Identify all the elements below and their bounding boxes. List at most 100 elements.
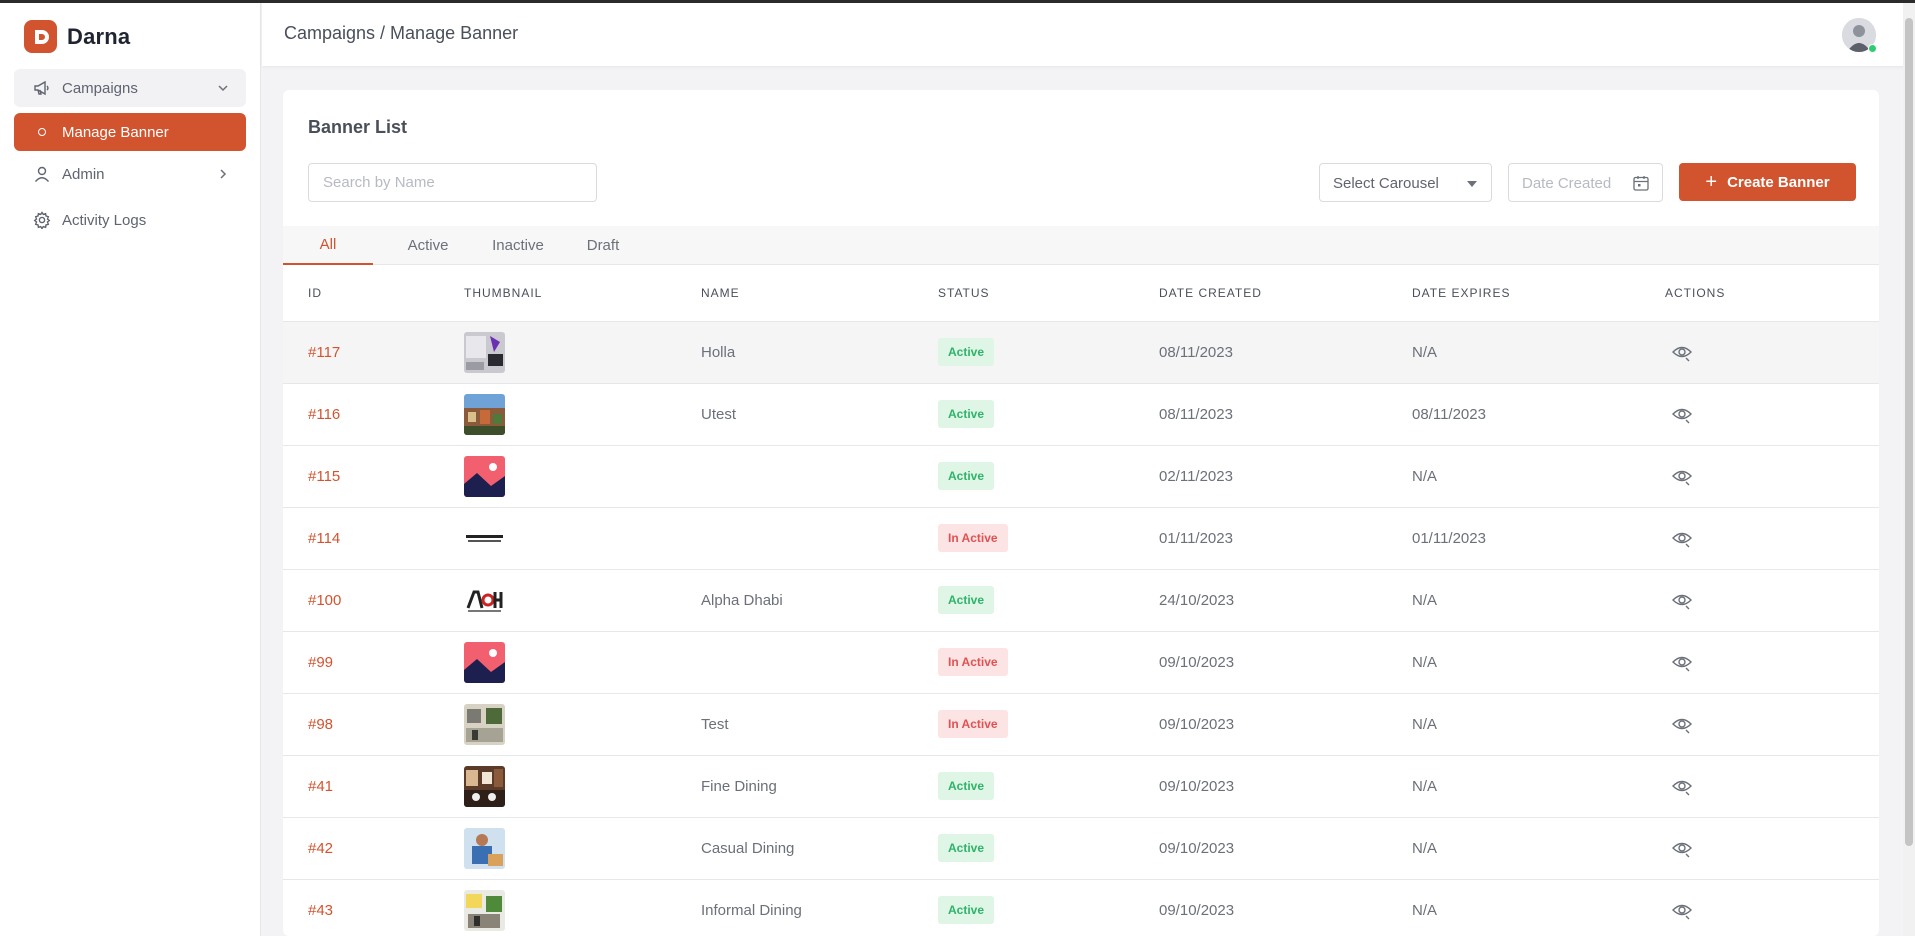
view-eye-icon[interactable]	[1671, 527, 1693, 549]
cell-status: Active	[938, 817, 1159, 880]
view-eye-icon[interactable]	[1671, 403, 1693, 425]
brand[interactable]: Darna	[24, 20, 130, 53]
cell-name	[701, 445, 938, 508]
cell-date-created: 09/10/2023	[1159, 631, 1412, 694]
tab-inactive[interactable]: Inactive	[473, 226, 563, 265]
brand-name: Darna	[67, 23, 131, 49]
banner-id-link[interactable]: #115	[308, 468, 340, 485]
view-eye-icon[interactable]	[1671, 341, 1693, 363]
cell-id: #116	[283, 383, 464, 446]
banner-id-link[interactable]: #116	[308, 406, 340, 423]
banner-id-link[interactable]: #41	[308, 778, 333, 795]
search-input[interactable]	[308, 163, 597, 202]
table-row[interactable]: #115 Active 02/11/2023 N/A	[283, 445, 1879, 508]
banner-id-link[interactable]: #117	[308, 344, 340, 361]
online-status-dot	[1868, 44, 1877, 53]
sidebar-nav: Campaigns Manage Banner Admin Activity L…	[14, 69, 246, 239]
cell-status: Active	[938, 755, 1159, 818]
cell-status: In Active	[938, 631, 1159, 694]
view-eye-icon[interactable]	[1671, 465, 1693, 487]
view-eye-icon[interactable]	[1671, 837, 1693, 859]
cell-name	[701, 507, 938, 570]
page-title: Banner List	[308, 117, 408, 137]
sidebar-item-activity-logs[interactable]: Activity Logs	[14, 201, 246, 239]
caret-down-icon	[1467, 181, 1477, 187]
status-badge: Active	[938, 338, 995, 366]
sidebar: Darna Campaigns Manage Banner Admin Acti…	[0, 3, 261, 936]
table-row[interactable]: #42 Casual Dining Active 09/10/2023 N/A	[283, 817, 1879, 880]
gear-icon	[32, 210, 52, 230]
view-eye-icon[interactable]	[1671, 775, 1693, 797]
table-row[interactable]: #41 Fine Dining Active 09/10/2023 N/A	[283, 755, 1879, 818]
cell-name: Fine Dining	[701, 755, 938, 818]
cell-status: Active	[938, 879, 1159, 936]
cell-id: #99	[283, 631, 464, 694]
table-row[interactable]: #117 Holla Active 08/11/2023 N/A	[283, 321, 1879, 384]
cell-actions	[1665, 755, 1879, 818]
megaphone-icon	[32, 78, 52, 98]
view-eye-icon[interactable]	[1671, 713, 1693, 735]
table-row[interactable]: #116 Utest Active 08/11/2023 08/11/2023	[283, 383, 1879, 446]
cell-date-expires: N/A	[1412, 693, 1665, 756]
tab-active[interactable]: Active	[383, 226, 473, 265]
sidebar-item-label: Admin	[62, 165, 105, 183]
cell-name: Alpha Dhabi	[701, 569, 938, 632]
table-row[interactable]: #98 Test In Active 09/10/2023 N/A	[283, 693, 1879, 756]
view-eye-icon[interactable]	[1671, 589, 1693, 611]
cell-id: #100	[283, 569, 464, 632]
cell-status: Active	[938, 569, 1159, 632]
banner-id-link[interactable]: #42	[308, 840, 333, 857]
banner-id-link[interactable]: #43	[308, 902, 333, 919]
chevron-down-icon	[218, 85, 228, 92]
status-badge: Active	[938, 834, 995, 862]
sidebar-item-admin[interactable]: Admin	[14, 155, 246, 193]
table-row[interactable]: #43 Informal Dining Active 09/10/2023 N/A	[283, 879, 1879, 936]
sidebar-item-campaigns[interactable]: Campaigns	[14, 69, 246, 107]
banner-table: ID THUMBNAIL NAME STATUS DATE CREATED DA…	[283, 265, 1879, 936]
plus-icon: +	[1705, 171, 1718, 193]
cell-thumbnail	[464, 879, 701, 936]
banner-id-link[interactable]: #99	[308, 654, 333, 671]
status-badge: In Active	[938, 648, 1008, 676]
cell-date-created: 09/10/2023	[1159, 879, 1412, 936]
view-eye-icon[interactable]	[1671, 899, 1693, 921]
carousel-select[interactable]: Select Carousel	[1319, 163, 1492, 202]
cell-date-created: 08/11/2023	[1159, 321, 1412, 384]
column-header-actions: ACTIONS	[1665, 265, 1879, 322]
cell-thumbnail	[464, 817, 701, 880]
cell-thumbnail	[464, 631, 701, 694]
thumbnail-image	[464, 331, 505, 373]
cell-actions	[1665, 445, 1879, 508]
banner-id-link[interactable]: #100	[308, 592, 341, 609]
scrollbar-thumb[interactable]	[1905, 18, 1913, 846]
cell-name: Utest	[701, 383, 938, 446]
sidebar-item-manage-banner[interactable]: Manage Banner	[14, 113, 246, 151]
thumbnail-image	[464, 889, 505, 931]
cell-thumbnail	[464, 569, 701, 632]
tab-all[interactable]: All	[283, 226, 373, 265]
cell-date-expires: 01/11/2023	[1412, 507, 1665, 570]
date-created-picker[interactable]: Date Created	[1508, 163, 1663, 202]
cell-thumbnail	[464, 755, 701, 818]
cell-actions	[1665, 383, 1879, 446]
column-header-name: NAME	[701, 265, 938, 322]
view-eye-icon[interactable]	[1671, 651, 1693, 673]
top-header: Campaigns / Manage Banner	[262, 3, 1915, 66]
cell-actions	[1665, 817, 1879, 880]
banner-id-link[interactable]: #98	[308, 716, 333, 733]
cell-id: #41	[283, 755, 464, 818]
thumbnail-image	[464, 641, 505, 683]
tab-draft[interactable]: Draft	[563, 226, 643, 265]
sidebar-item-label: Campaigns	[62, 79, 138, 97]
table-row[interactable]: #114 In Active 01/11/2023 01/11/2023	[283, 507, 1879, 570]
thumbnail-image	[464, 703, 505, 745]
banner-id-link[interactable]: #114	[308, 530, 340, 547]
table-row[interactable]: #100 Alpha Dhabi Active 24/10/2023 N/A	[283, 569, 1879, 632]
table-row[interactable]: #99 In Active 09/10/2023 N/A	[283, 631, 1879, 694]
thumbnail-image	[464, 579, 505, 621]
cell-date-created: 09/10/2023	[1159, 693, 1412, 756]
create-banner-button[interactable]: + Create Banner	[1679, 163, 1856, 201]
user-icon	[32, 164, 52, 184]
circle-bullet-icon	[38, 128, 46, 136]
status-badge: Active	[938, 896, 995, 924]
